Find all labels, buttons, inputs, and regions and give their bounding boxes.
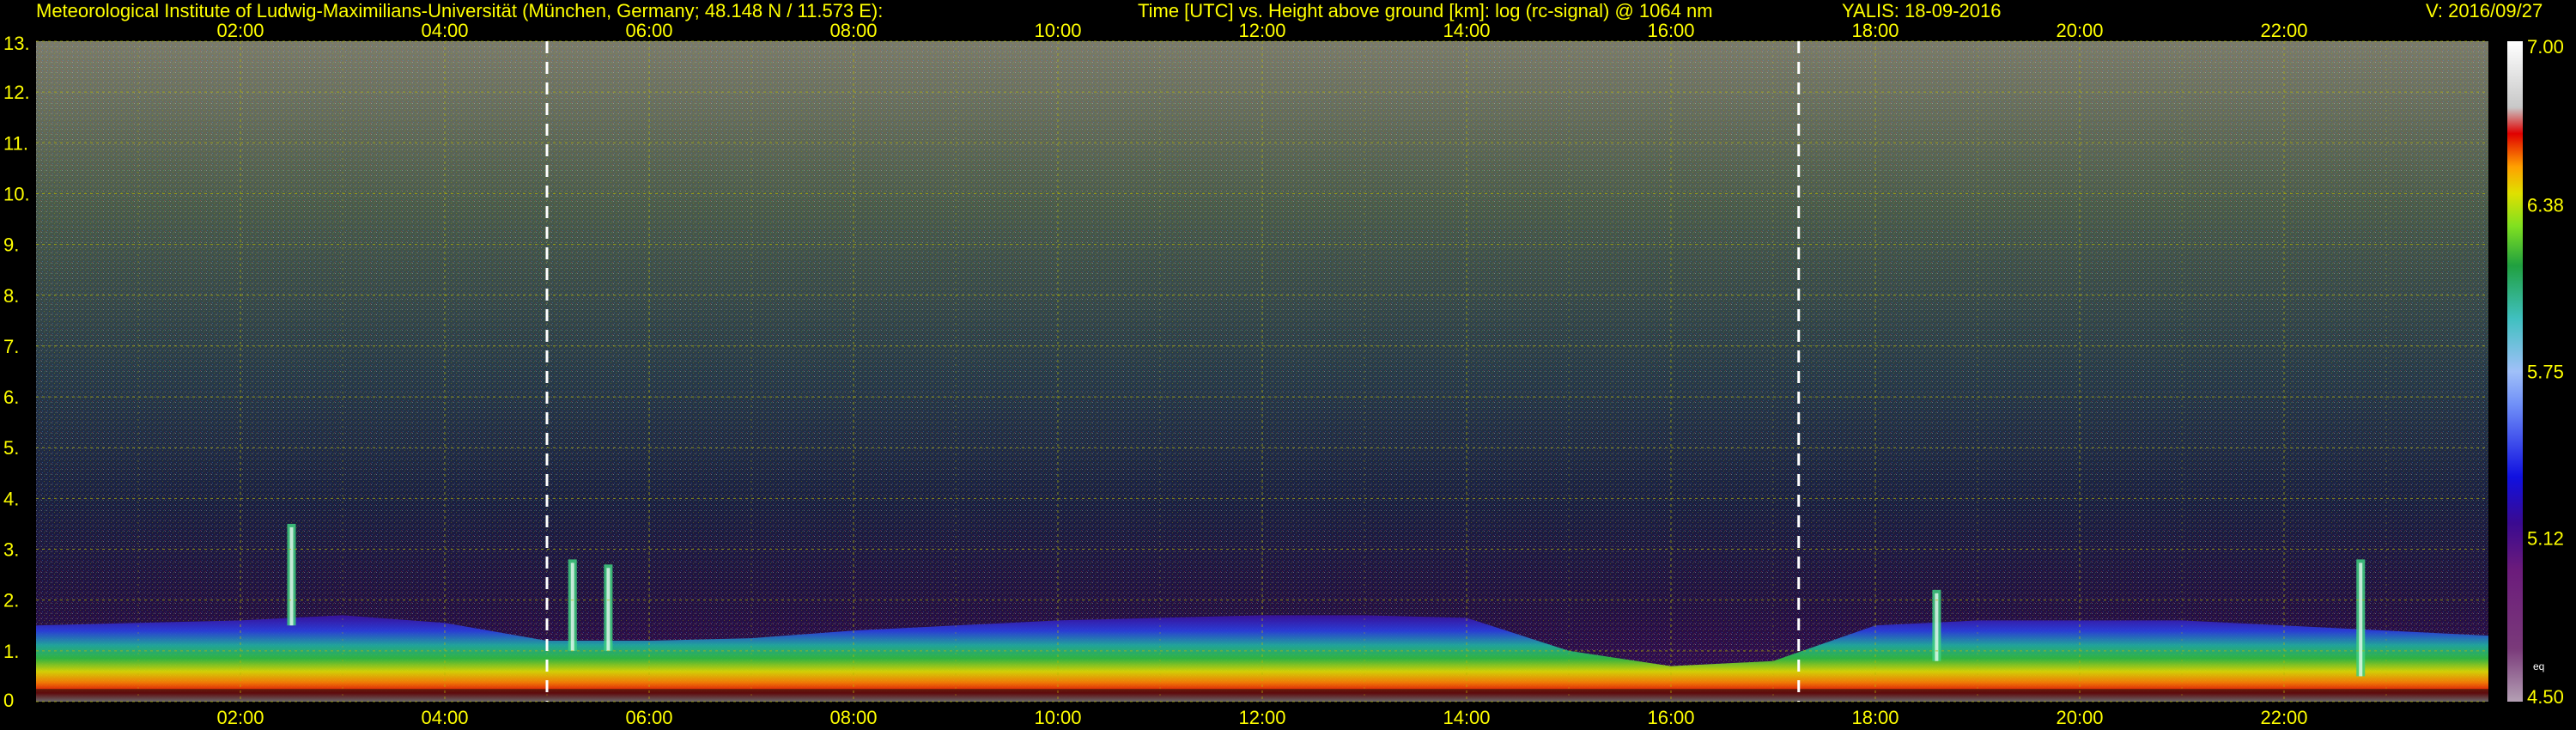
- x-tick-label-top: 10:00: [1034, 20, 1081, 41]
- x-tick-label-bottom: 06:00: [625, 707, 672, 728]
- y-tick-label: 0: [3, 690, 14, 711]
- x-tick-label-bottom: 12:00: [1238, 707, 1285, 728]
- x-axis-bottom: 02:00 04:00 06:00 08:00 10:00 12:00 14:00 16:00…: [216, 707, 2307, 728]
- y-tick-label: 13.: [3, 33, 30, 54]
- institute-title: Meteorological Institute of Ludwig-Maxim…: [36, 0, 884, 21]
- x-tick-label-top: 18:00: [1851, 20, 1899, 41]
- x-tick-label-bottom: 10:00: [1034, 707, 1081, 728]
- x-tick-label-top: 06:00: [625, 20, 672, 41]
- lidar-quicklook-chart: 02:00 04:00 06:00 08:00 10:00 12:00 14:00 16:00…: [3, 20, 2564, 728]
- x-tick-label-bottom: 16:00: [1647, 707, 1694, 728]
- colorbar-label: 7.00: [2527, 36, 2564, 58]
- x-tick-label-top: 04:00: [421, 20, 468, 41]
- y-tick-label: 9.: [3, 234, 19, 256]
- version-label: V: 2016/09/27: [2426, 0, 2543, 21]
- y-tick-label: 7.: [3, 336, 19, 357]
- x-tick-label-bottom: 04:00: [421, 707, 468, 728]
- colorbar-label: 6.38: [2527, 195, 2564, 216]
- x-tick-label-top: 14:00: [1443, 20, 1490, 41]
- y-tick-label: 10.: [3, 183, 30, 204]
- y-tick-label: 4.: [3, 488, 19, 509]
- x-tick-label-top: 22:00: [2260, 20, 2307, 41]
- y-axis: 0 1. 2. 3. 4. 5. 6. 7. 8. 9. 10. 11. 12. 13.: [3, 33, 30, 711]
- x-axis-top: 02:00 04:00 06:00 08:00 10:00 12:00 14:00 16:00…: [216, 20, 2307, 41]
- cloud-feature-core: [2359, 563, 2363, 677]
- colorbar-label: 4.50: [2527, 686, 2564, 708]
- plot-area: [36, 40, 2488, 703]
- x-tick-label-bottom: 02:00: [216, 707, 264, 728]
- y-tick-label: 1.: [3, 641, 19, 662]
- chart-title: Time [UTC] vs. Height above ground [km]:…: [1138, 0, 1713, 21]
- x-tick-label-bottom: 14:00: [1443, 707, 1490, 728]
- x-tick-label-bottom: 18:00: [1851, 707, 1899, 728]
- colorbar-label: 5.12: [2527, 527, 2564, 549]
- x-tick-label-top: 20:00: [2056, 20, 2103, 41]
- x-tick-label-top: 16:00: [1647, 20, 1694, 41]
- station-date: YALIS: 18-09-2016: [1842, 0, 2002, 21]
- x-tick-label-top: 08:00: [829, 20, 877, 41]
- y-tick-label: 11.: [3, 132, 28, 154]
- x-tick-label-bottom: 22:00: [2260, 707, 2307, 728]
- cloud-feature-core: [570, 563, 574, 651]
- y-tick-label: 3.: [3, 539, 19, 561]
- colorbar-label: 5.75: [2527, 362, 2564, 383]
- y-tick-label: 5.: [3, 437, 19, 459]
- x-tick-label-bottom: 08:00: [829, 707, 877, 728]
- y-tick-label: 2.: [3, 590, 19, 611]
- y-tick-label: 8.: [3, 285, 19, 307]
- x-tick-label-bottom: 20:00: [2056, 707, 2103, 728]
- colorbar: 7.00 6.38 5.75 5.12 4.50 eq: [2507, 36, 2564, 708]
- colorbar-eq-label: eq: [2533, 660, 2544, 672]
- cloud-feature-core: [606, 568, 611, 651]
- boundary-layer-band: [36, 615, 2488, 702]
- y-tick-label: 12.: [3, 82, 30, 103]
- cloud-feature-core: [289, 526, 294, 626]
- x-tick-label-top: 12:00: [1238, 20, 1285, 41]
- colorbar-labels: 7.00 6.38 5.75 5.12 4.50 eq: [2527, 36, 2564, 708]
- colorbar-scale: [2507, 41, 2523, 702]
- x-tick-label-top: 02:00: [216, 20, 264, 41]
- y-tick-label: 6.: [3, 386, 19, 408]
